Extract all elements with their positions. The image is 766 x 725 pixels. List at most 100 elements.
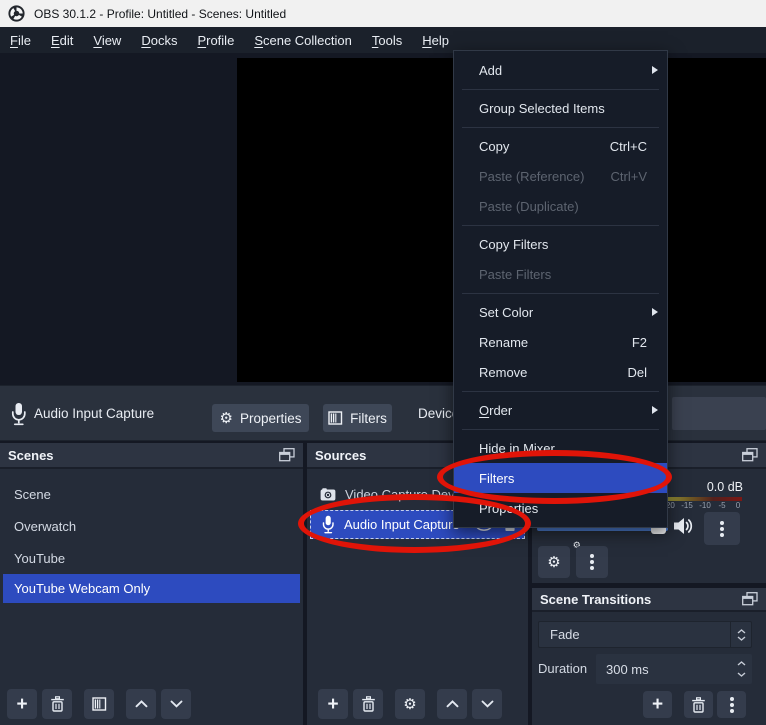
popout-icon[interactable]	[279, 448, 295, 462]
kebab-icon	[720, 526, 724, 531]
chevron-down-icon	[737, 635, 745, 641]
chevron-up-icon	[446, 700, 458, 708]
scenes-panel: Scenes Scene Overwatch YouTube YouTube W…	[0, 443, 303, 725]
menu-item-order[interactable]: Order	[454, 395, 667, 425]
window-title: OBS 30.1.2 - Profile: Untitled - Scenes:…	[34, 6, 287, 21]
advanced-audio-button[interactable]: ⚙ ⚙	[538, 540, 581, 578]
filters-button[interactable]: Filters	[323, 404, 392, 432]
filter-icon	[328, 411, 343, 425]
menu-item-properties[interactable]: Properties	[454, 493, 667, 523]
microphone-icon	[322, 515, 334, 534]
shortcut-label: F2	[631, 334, 647, 350]
add-source-button[interactable]: +	[318, 689, 348, 719]
transitions-header: Scene Transitions	[532, 588, 766, 612]
chevron-down-icon	[481, 700, 493, 708]
submenu-arrow-icon	[652, 308, 658, 316]
menu-separator	[462, 429, 659, 430]
menu-item-paste-reference: Paste (Reference) Ctrl+V	[479, 168, 647, 184]
menu-help[interactable]: Help	[412, 27, 459, 53]
mixer-level-value: 0.0 dB	[706, 480, 743, 494]
trash-icon	[50, 696, 64, 712]
chevron-down-icon	[170, 700, 182, 708]
menu-item-add[interactable]: Add	[454, 55, 667, 85]
menu-scene-collection[interactable]: Scene Collection	[244, 27, 362, 53]
menu-separator	[462, 293, 659, 294]
chevron-down-icon[interactable]	[737, 672, 746, 677]
transition-select[interactable]: Fade	[538, 621, 752, 648]
meter-tick: 0	[735, 501, 741, 510]
properties-button[interactable]: ⚙ Properties	[212, 404, 309, 432]
microphone-icon	[11, 403, 26, 426]
chevron-up-icon[interactable]	[737, 661, 746, 666]
duration-value: 300 ms	[606, 661, 649, 677]
menu-item-filters[interactable]: Filters	[454, 463, 667, 493]
menu-item-copy[interactable]: Copy Ctrl+C	[454, 131, 667, 161]
kebab-icon	[590, 560, 594, 564]
menu-item-set-color[interactable]: Set Color	[454, 297, 667, 327]
scene-item[interactable]: Scene	[0, 478, 303, 510]
titlebar: OBS 30.1.2 - Profile: Untitled - Scenes:…	[0, 0, 766, 27]
scenes-header: Scenes	[0, 443, 303, 469]
menu-file[interactable]: File	[0, 27, 41, 53]
plus-icon: +	[16, 693, 28, 715]
gear-icon: ⚙	[547, 553, 561, 571]
menu-docks[interactable]: Docks	[131, 27, 187, 53]
menu-item-copy-filters[interactable]: Copy Filters	[454, 229, 667, 259]
submenu-arrow-icon	[652, 406, 658, 414]
device-dropdown[interactable]	[672, 397, 766, 430]
scene-item[interactable]: YouTube	[0, 542, 303, 574]
duration-spinner[interactable]: 300 ms	[596, 654, 752, 684]
meter-tick: -15	[681, 501, 693, 510]
move-scene-down-button[interactable]	[161, 689, 191, 719]
move-source-down-button[interactable]	[472, 689, 502, 719]
transition-value: Fade	[550, 627, 580, 642]
menu-item-remove[interactable]: Remove Del	[454, 357, 667, 387]
menu-view[interactable]: View	[83, 27, 131, 53]
mixer-menu-button[interactable]	[576, 546, 608, 578]
gear-icon: ⚙	[219, 409, 233, 427]
plus-icon: +	[327, 693, 339, 715]
sources-toolbar: + ⚙	[318, 689, 507, 719]
scenes-toolbar: +	[7, 689, 196, 719]
menu-tools[interactable]: Tools	[362, 27, 412, 53]
menu-item-paste-duplicate: Paste (Duplicate)	[479, 198, 579, 214]
menu-separator	[462, 89, 659, 90]
remove-scene-button[interactable]	[42, 689, 72, 719]
remove-source-button[interactable]	[353, 689, 383, 719]
remove-transition-button[interactable]	[684, 691, 713, 718]
sources-title: Sources	[315, 447, 367, 463]
popout-icon[interactable]	[742, 592, 758, 606]
scene-item-selected[interactable]: YouTube Webcam Only	[3, 574, 300, 603]
scene-transitions-panel: Scene Transitions Fade Duration 300 ms +	[532, 588, 766, 725]
transitions-title: Scene Transitions	[540, 591, 652, 607]
chevron-up-icon	[135, 700, 147, 708]
move-scene-up-button[interactable]	[126, 689, 156, 719]
menu-item-group-selected-items[interactable]: Group Selected Items	[454, 93, 667, 123]
shortcut-label: Ctrl+V	[610, 168, 647, 184]
menu-separator	[462, 391, 659, 392]
menu-edit[interactable]: Edit	[41, 27, 83, 53]
add-scene-button[interactable]: +	[7, 689, 37, 719]
popout-icon[interactable]	[742, 448, 758, 462]
menu-item-rename[interactable]: Rename F2	[454, 327, 667, 357]
source-properties-button[interactable]: ⚙	[395, 689, 425, 719]
trash-icon	[692, 696, 705, 713]
speaker-icon[interactable]	[673, 516, 694, 536]
submenu-arrow-icon	[652, 66, 658, 74]
menu-profile[interactable]: Profile	[187, 27, 244, 53]
scene-item[interactable]: Overwatch	[0, 510, 303, 542]
menu-item-hide-in-mixer[interactable]: Hide in Mixer	[454, 433, 667, 463]
move-source-up-button[interactable]	[437, 689, 467, 719]
scene-filters-button[interactable]	[84, 689, 114, 719]
menu-separator	[462, 225, 659, 226]
scenes-title: Scenes	[8, 447, 54, 463]
obs-logo-icon	[8, 5, 25, 22]
shortcut-label: Ctrl+C	[609, 138, 647, 154]
toolbar-source-name: Audio Input Capture	[34, 406, 155, 421]
mixer-options-button[interactable]	[704, 512, 740, 545]
meter-tick: -5	[718, 501, 726, 510]
menu-separator	[462, 127, 659, 128]
kebab-icon	[729, 702, 734, 707]
transition-options-button[interactable]	[717, 691, 746, 718]
add-transition-button[interactable]: +	[643, 691, 672, 718]
